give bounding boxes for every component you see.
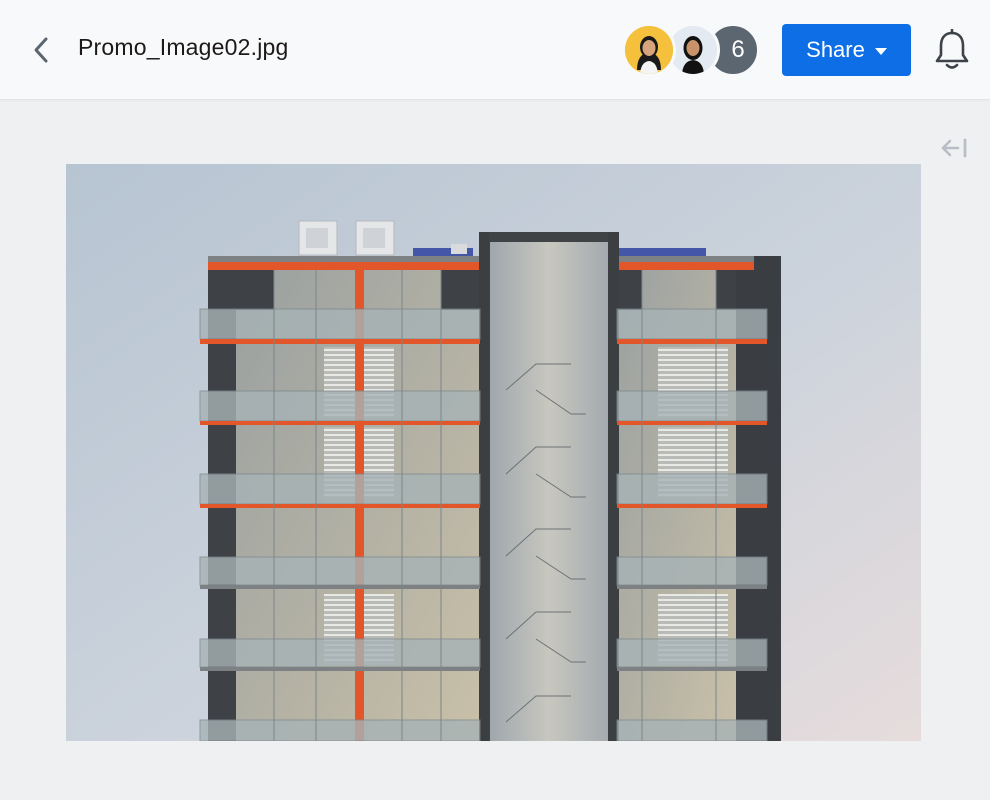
file-name: Promo_Image02.jpg [78,34,289,60]
collaborators[interactable]: 6 [622,23,762,77]
notifications-button[interactable] [930,28,974,72]
collapse-sidebar-icon [941,138,967,158]
back-button[interactable] [24,30,58,70]
building-render [66,164,921,741]
collapse-sidebar-button[interactable] [936,136,972,160]
chevron-left-icon [34,37,48,63]
image-preview[interactable] [66,164,921,741]
share-button[interactable]: Share [782,24,911,76]
share-button-label: Share [806,37,865,62]
bell-icon [935,29,969,69]
avatar-user-1[interactable] [622,23,676,77]
top-bar: Promo_Image02.jpg 6 Share [0,0,990,100]
caret-down-icon [874,47,887,55]
